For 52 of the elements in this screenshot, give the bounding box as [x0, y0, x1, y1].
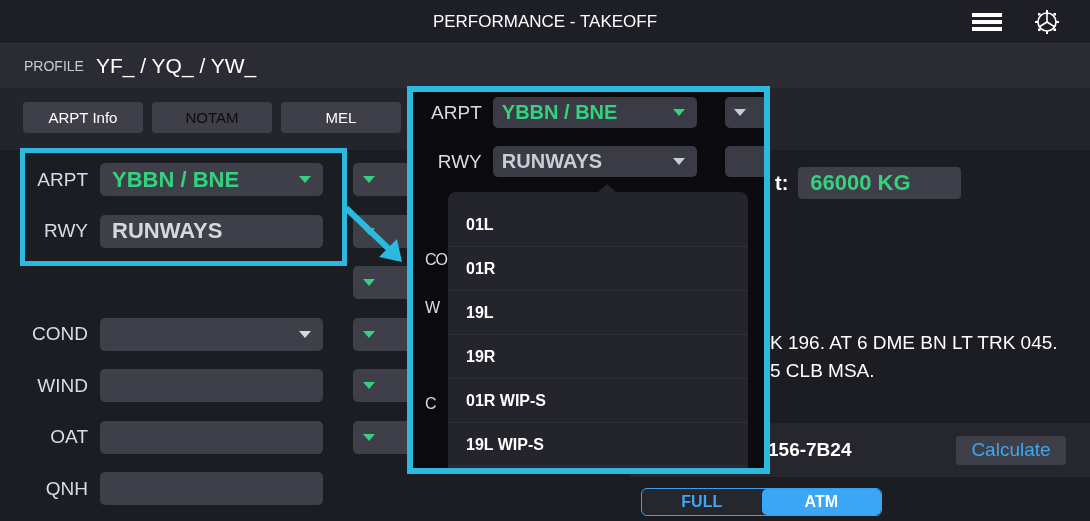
toolbar-button[interactable]: ARPT Info [23, 101, 143, 133]
runway-option[interactable]: 19L WIP-S [448, 423, 748, 467]
caret-icon [363, 382, 375, 389]
profile-label: PROFILE [24, 58, 84, 74]
runway-option[interactable]: 01L [448, 203, 748, 247]
caret-icon [672, 109, 685, 116]
caret-icon [299, 330, 311, 338]
runway-option[interactable]: 01R [448, 247, 748, 291]
profile-value: YF_ / YQ_ / YW_ [95, 54, 257, 78]
unit-dropdown[interactable] [353, 317, 407, 351]
field-label: ARPT [36, 168, 88, 191]
dropdown-field[interactable]: RUNWAYS [100, 214, 323, 248]
runway-option[interactable]: 19L [448, 291, 748, 335]
field-label: ARPT [430, 101, 482, 124]
field-label: WIND [36, 374, 88, 397]
weight-field[interactable]: 66000 KG [798, 167, 962, 199]
field-label: QNH [44, 477, 88, 500]
field-label: CO [425, 250, 447, 270]
dropdown-field[interactable]: RUNWAYS [492, 146, 697, 177]
remark-text: K 196. AT 6 DME BN LT TRK 045. [770, 331, 1059, 355]
dropdown-field[interactable] [100, 317, 323, 351]
caret-icon [363, 176, 375, 183]
field-label: RWY [436, 150, 482, 173]
unit-dropdown[interactable] [724, 97, 764, 128]
menu-icon[interactable] [972, 12, 1002, 32]
settings-icon[interactable] [1034, 9, 1060, 35]
field-label: OAT [49, 426, 88, 448]
field-label: W [425, 298, 440, 318]
field-label: RWY [43, 220, 88, 242]
runway-option[interactable]: 19R [448, 335, 748, 379]
toolbar-button[interactable]: MEL [281, 101, 401, 133]
caret-icon [363, 279, 375, 286]
caret-icon [672, 158, 685, 165]
mode-option[interactable]: FULL [642, 489, 762, 515]
field-label: COND [31, 323, 88, 345]
weight-label: t: [775, 171, 789, 195]
field-label: C [425, 394, 436, 414]
remark-text: 5 CLB MSA. [770, 359, 876, 383]
dropdown-field[interactable]: YBBN / BNE [492, 97, 697, 128]
caret-icon [733, 109, 746, 116]
input-field[interactable] [100, 420, 323, 454]
runway-option[interactable]: 01R WIP-S [448, 379, 748, 423]
input-field[interactable] [100, 472, 323, 505]
caret-icon [299, 176, 311, 183]
calculate-button[interactable]: Calculate [956, 435, 1066, 465]
caret-icon [363, 330, 375, 338]
window-title: PERFORMANCE - TAKEOFF [432, 11, 658, 32]
input-field[interactable] [100, 369, 323, 402]
caret-icon [363, 433, 375, 441]
aircraft-code: 156-7B24 [768, 439, 852, 462]
dropdown-field[interactable]: YBBN / BNE [100, 163, 323, 196]
unit-dropdown[interactable] [353, 420, 407, 454]
